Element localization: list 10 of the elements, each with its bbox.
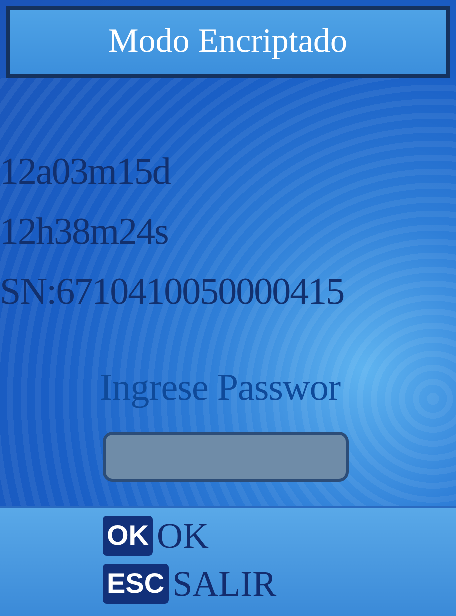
key-badge[interactable]: OK [103,516,153,556]
info-text: 12a03m15d [0,150,172,195]
softkey-label: SALIR [172,564,277,604]
key-badge[interactable]: ESC [103,564,169,604]
title-bar: Modo Encriptado [6,6,450,78]
softkey-label: OK [157,516,209,556]
info-text: SN:6710410050000415 [0,270,346,315]
password-prompt: Ingrese Passwor [100,366,342,410]
info-text: 12h38m24s [0,210,170,255]
password-field[interactable] [103,432,349,482]
